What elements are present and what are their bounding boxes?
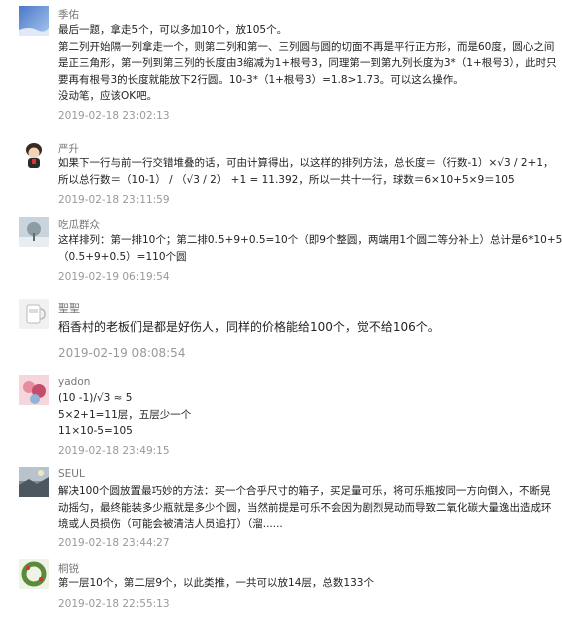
comment-text-line: 要再有根号3的长度就能放下2行圆。10-3*（1+根号3）=1.8>1.73。可…	[58, 73, 464, 86]
comment-text-line: 动摇匀，最终能装多少瓶就是多少个圆，当然前提是可乐不会因为剧烈晃动而导致二氧化碳…	[58, 501, 552, 514]
comment-text-line: 11×10-5=105	[58, 425, 133, 437]
comment-text-line: 境或人员损伤（可能会被清洁人员追打）（溜......	[58, 518, 283, 530]
comment-text: 第一层10个，第二层9个，以此类推，一共可以放14层，总数133个	[58, 575, 374, 592]
comment-author[interactable]: 聖聖	[58, 300, 80, 316]
comment-text-line: 第二列开始隔一列拿走一个，则第二列和第一、三列圆与圆的切面不再是平行正方形，而是…	[58, 40, 555, 53]
comment-timestamp: 2019-02-18 23:02:13	[58, 110, 170, 122]
wreath-avatar-icon[interactable]	[19, 559, 49, 589]
comment-author[interactable]: 季佑	[58, 7, 79, 22]
comment-author[interactable]: 严升	[58, 141, 79, 156]
comment-text: 最后一题，拿走5个，可以多加10个，放105个。 第二列开始隔一列拿走一个，则第…	[58, 22, 557, 105]
comment-timestamp: 2019-02-18 23:11:59	[58, 194, 170, 206]
comment-text-line: 稻香村的老板们是都是好伤人，同样的价格能给100个，觉不给106个。	[58, 320, 440, 334]
comment-text: 解决100个圆放置最巧妙的方法：买一个合乎尺寸的箱子，买足量可乐，将可乐瓶按同一…	[58, 483, 552, 533]
comment-text-line: 所以总行数＝（10-1） / （√3 / 2） +1 = 11.392，所以一共…	[58, 173, 515, 186]
pink-character-avatar-icon[interactable]	[19, 375, 49, 405]
comment-text-line: 最后一题，拿走5个，可以多加10个，放105个。	[58, 24, 288, 36]
cartoon-character-avatar-icon[interactable]	[19, 140, 49, 170]
comment-text: 稻香村的老板们是都是好伤人，同样的价格能给100个，觉不给106个。	[58, 318, 440, 336]
comment-text: 如果下一行与前一行交错堆叠的话，可由计算得出，以这样的排列方法，总长度＝（行数-…	[58, 155, 554, 188]
comment-timestamp: 2019-02-19 06:19:54	[58, 271, 170, 283]
comment-text-line: 没动笔，应该OK吧。	[58, 90, 158, 102]
comment-text-line: 5×2+1=11层，五层少一个	[58, 408, 192, 421]
comment-text: 这样排列：第一排10个；第二排0.5+9+0.5=10个（即9个整圆，两端用1个…	[58, 232, 562, 265]
comment-text-line: 第一层10个，第二层9个，以此类推，一共可以放14层，总数133个	[58, 577, 374, 589]
comment-text-line: 解决100个圆放置最巧妙的方法：买一个合乎尺寸的箱子，买足量可乐，将可乐瓶按同一…	[58, 485, 551, 497]
comment-text-line: 这样排列：第一排10个；第二排0.5+9+0.5=10个（即9个整圆，两端用1个…	[58, 234, 562, 246]
comment-timestamp: 2019-02-18 23:49:15	[58, 445, 170, 457]
mug-avatar-icon[interactable]	[19, 299, 49, 329]
comment-timestamp: 2019-02-19 08:08:54	[58, 346, 186, 360]
comment-text-line: （0.5+9+0.5）=110个圆	[58, 250, 187, 263]
comment-timestamp: 2019-02-18 23:44:27	[58, 537, 170, 549]
comment-author[interactable]: SEUL	[58, 468, 85, 480]
comment-author[interactable]: 吃瓜群众	[58, 217, 100, 232]
landscape-avatar-icon[interactable]	[19, 467, 49, 497]
comment-text-line: 如果下一行与前一行交错堆叠的话，可由计算得出，以这样的排列方法，总长度＝（行数-…	[58, 157, 554, 169]
snowy-tree-avatar-icon[interactable]	[19, 217, 49, 247]
comment-text-line: 是正三角形，第一列到第三列的长度由3缩减为1+根号3，同理第一到第九列长度为3*…	[58, 57, 557, 69]
comment-author[interactable]: yadon	[58, 376, 90, 388]
sky-avatar-icon[interactable]	[19, 6, 49, 36]
comment-text: (10 -1)/√3 ≈ 5 5×2+1=11层，五层少一个 11×10-5=1…	[58, 390, 191, 440]
comment-author[interactable]: 桐锐	[58, 561, 79, 576]
comment-timestamp: 2019-02-18 22:55:13	[58, 598, 170, 610]
comment-text-line: (10 -1)/√3 ≈ 5	[58, 392, 133, 404]
